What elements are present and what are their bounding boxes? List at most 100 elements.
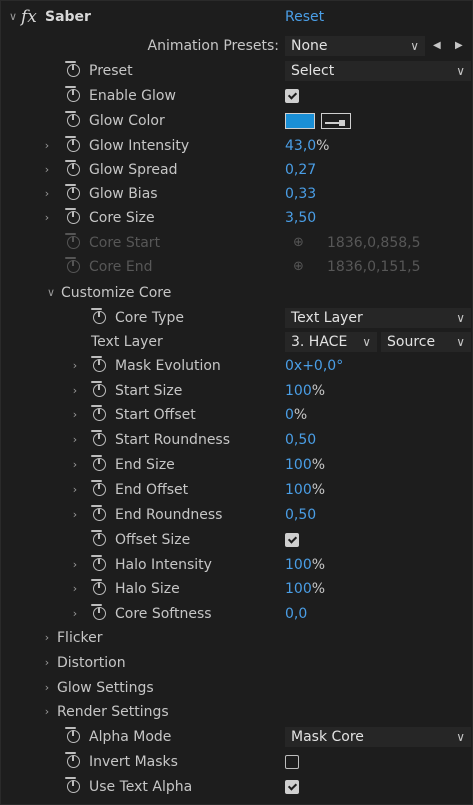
glow-color-swatch[interactable] <box>285 113 315 129</box>
stopwatch-icon[interactable] <box>91 530 106 546</box>
text-layer-dropdown[interactable]: 3. HACE ∨ <box>285 332 377 352</box>
chevron-down-icon: ∨ <box>456 335 465 349</box>
end-offset-value[interactable]: 100% <box>285 478 325 502</box>
effect-name: Saber <box>45 9 91 25</box>
stopwatch-icon[interactable] <box>91 604 106 620</box>
stopwatch-icon[interactable] <box>91 430 106 446</box>
stopwatch-icon[interactable] <box>91 405 106 421</box>
core-softness-value[interactable]: 0,0 <box>285 602 307 626</box>
expand-chevron-icon[interactable]: › <box>69 503 81 527</box>
collapse-chevron-icon[interactable]: ∨ <box>45 281 57 305</box>
crosshair-icon: ⊕ <box>293 235 304 250</box>
glow-bias-value[interactable]: 0,33 <box>285 182 316 206</box>
start-size-value[interactable]: 100% <box>285 379 325 403</box>
halo-intensity-value[interactable]: 100% <box>285 553 325 577</box>
text-layer-source-dropdown[interactable]: Source ∨ <box>381 332 471 352</box>
stopwatch-icon[interactable] <box>91 308 106 324</box>
glow-spread-row: › Glow Spread 0,27 <box>1 158 473 182</box>
expand-chevron-icon[interactable]: › <box>41 158 53 182</box>
text-layer-value: 3. HACE <box>291 334 348 350</box>
preset-dropdown[interactable]: Select ∨ <box>285 61 471 81</box>
stopwatch-icon[interactable] <box>91 455 106 471</box>
expand-chevron-icon[interactable]: › <box>41 134 53 158</box>
flicker-group-row[interactable]: › Flicker <box>1 626 473 650</box>
eyedropper-icon[interactable] <box>321 113 351 129</box>
end-size-value[interactable]: 100% <box>285 453 325 477</box>
expand-chevron-icon[interactable]: › <box>69 577 81 601</box>
glow-intensity-value[interactable]: 43,0% <box>285 134 329 158</box>
expand-chevron-icon[interactable]: › <box>69 478 81 502</box>
expand-chevron-icon[interactable]: › <box>69 428 81 452</box>
use-text-alpha-checkbox[interactable] <box>285 780 299 794</box>
stopwatch-icon[interactable] <box>65 136 80 152</box>
stopwatch-icon[interactable] <box>91 381 106 397</box>
stopwatch-icon[interactable] <box>91 356 106 372</box>
chevron-down-icon: ∨ <box>456 64 465 78</box>
expand-chevron-icon[interactable]: › <box>69 553 81 577</box>
customize-core-group-row[interactable]: ∨ Customize Core <box>1 281 473 305</box>
mask-evolution-value[interactable]: 0x+0,0° <box>285 354 343 378</box>
next-preset-icon[interactable]: ▶ <box>455 34 463 58</box>
stopwatch-icon[interactable] <box>65 777 80 793</box>
halo-size-value[interactable]: 100% <box>285 577 325 601</box>
effect-controls-panel: ∨ fx Saber Reset Animation Presets: None… <box>0 0 473 805</box>
render-settings-group-row[interactable]: › Render Settings <box>1 700 473 724</box>
end-roundness-value[interactable]: 0,50 <box>285 503 316 527</box>
stopwatch-icon[interactable] <box>65 752 80 768</box>
expand-chevron-icon[interactable]: › <box>41 206 53 230</box>
alpha-mode-label: Alpha Mode <box>89 729 172 745</box>
stopwatch-icon[interactable] <box>91 579 106 595</box>
glow-settings-group-row[interactable]: › Glow Settings <box>1 676 473 700</box>
start-roundness-value[interactable]: 0,50 <box>285 428 316 452</box>
start-offset-value[interactable]: 0% <box>285 403 307 427</box>
expand-chevron-icon[interactable]: › <box>41 700 53 724</box>
core-start-value: 1836,0,858,5 <box>327 235 421 251</box>
glow-intensity-row: › Glow Intensity 43,0% <box>1 134 473 158</box>
stopwatch-icon[interactable] <box>65 208 80 224</box>
alpha-mode-dropdown[interactable]: Mask Core ∨ <box>285 727 471 747</box>
stopwatch-icon[interactable] <box>65 160 80 176</box>
preset-label: Preset <box>89 63 133 79</box>
expand-chevron-icon[interactable]: › <box>69 354 81 378</box>
previous-preset-icon[interactable]: ◀ <box>433 34 441 58</box>
stopwatch-icon[interactable] <box>65 727 80 743</box>
glow-spread-value[interactable]: 0,27 <box>285 158 316 182</box>
core-type-dropdown[interactable]: Text Layer ∨ <box>285 308 471 328</box>
invert-masks-checkbox[interactable] <box>285 755 299 769</box>
distortion-group-row[interactable]: › Distortion <box>1 651 473 675</box>
reset-link[interactable]: Reset <box>285 5 324 29</box>
stopwatch-icon[interactable] <box>91 505 106 521</box>
expand-chevron-icon[interactable]: › <box>69 602 81 626</box>
stopwatch-icon[interactable] <box>65 86 80 102</box>
chevron-down-icon: ∨ <box>456 311 465 325</box>
expand-chevron-icon[interactable]: › <box>41 626 53 650</box>
expand-chevron-icon[interactable]: › <box>69 453 81 477</box>
fx-toggle[interactable]: fx <box>21 5 37 29</box>
core-size-value[interactable]: 3,50 <box>285 206 316 230</box>
expand-chevron-icon[interactable]: › <box>41 182 53 206</box>
enable-glow-row: Enable Glow <box>1 84 473 108</box>
expand-chevron-icon[interactable]: › <box>69 379 81 403</box>
offset-size-checkbox[interactable] <box>285 533 299 547</box>
stopwatch-icon[interactable] <box>91 480 106 496</box>
stopwatch-icon[interactable] <box>91 555 106 571</box>
text-layer-row: Text Layer 3. HACE ∨ Source ∨ <box>1 330 473 354</box>
expand-chevron-icon[interactable]: › <box>69 403 81 427</box>
expand-chevron-icon[interactable]: › <box>41 676 53 700</box>
expand-chevron-icon[interactable]: › <box>41 651 53 675</box>
stopwatch-icon[interactable] <box>65 111 80 127</box>
collapse-chevron-icon[interactable]: ∨ <box>7 5 19 29</box>
halo-size-label: Halo Size <box>115 581 180 597</box>
start-size-label: Start Size <box>115 383 183 399</box>
animation-presets-dropdown[interactable]: None ∨ <box>285 36 425 56</box>
stopwatch-icon[interactable] <box>65 184 80 200</box>
end-offset-row: › End Offset 100% <box>1 478 473 502</box>
glow-bias-row: › Glow Bias 0,33 <box>1 182 473 206</box>
end-roundness-label: End Roundness <box>115 507 223 523</box>
end-offset-label: End Offset <box>115 482 189 498</box>
enable-glow-checkbox[interactable] <box>285 89 299 103</box>
stopwatch-icon[interactable] <box>65 61 80 77</box>
glow-spread-label: Glow Spread <box>89 162 178 178</box>
core-size-label: Core Size <box>89 210 155 226</box>
start-offset-label: Start Offset <box>115 407 196 423</box>
